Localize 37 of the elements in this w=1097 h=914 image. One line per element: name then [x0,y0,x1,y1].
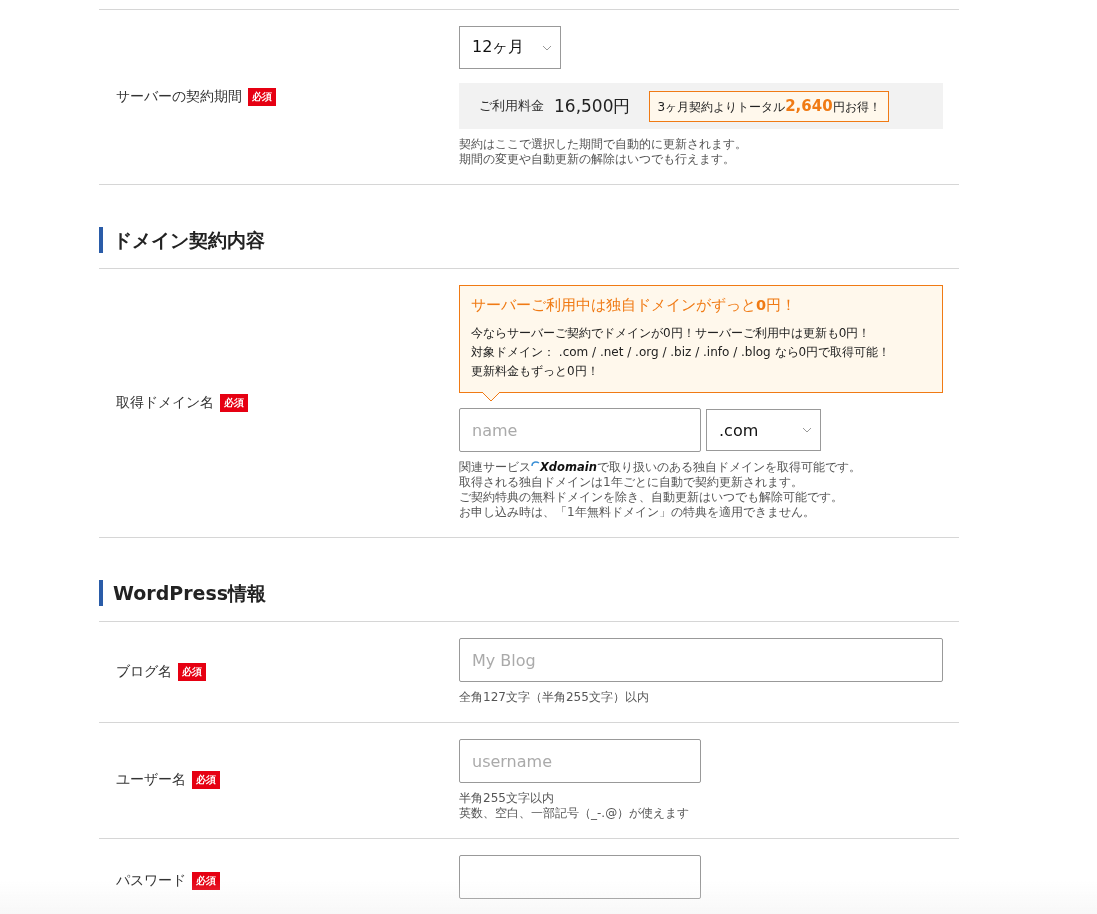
xdomain-logo: Xdomain [540,460,597,474]
price-label: ご利用料金 [479,97,544,115]
promo-text: 更新料金もずっと0円！ [471,363,600,380]
promo-text: 今ならサーバーご契約でドメインが0円！サーバーご利用中は更新も0円！ [471,325,872,342]
required-badge: 必須 [178,662,206,681]
help-text: 期間の変更や自動更新の解除はいつでも行えます。 [459,152,736,167]
dropdown[interactable]: .com [706,409,821,451]
help-text: お申し込み時は、「1年無料ドメイン」の特典を適用できません。 [459,505,816,520]
field-label: サーバーの契約期間 [116,87,242,106]
field-label: ブログ名 [116,662,172,681]
field-label: パスワード [116,872,186,890]
chevron-down-icon [542,44,552,51]
required-badge: 必須 [192,872,220,890]
help-text: ご契約特典の無料ドメインを除き、自動更新はいつでも解除可能です。 [459,490,844,505]
help-text: 半角255文字以内 [459,791,555,806]
required-badge: 必須 [192,771,220,789]
help-text: 契約はここで選択した期間で自動的に更新されます。 [459,137,748,152]
promo-title: サーバーご利用中は独自ドメインがずっと0円！ [471,296,798,315]
domain-name-field[interactable]: name [459,408,701,452]
text-field[interactable]: username [459,739,701,783]
savings-badge: 3ヶ月契約よりトータル2,640円お得！ [649,90,889,122]
price-amount: 16,500円 [554,94,631,118]
text-field[interactable] [459,855,701,899]
text-field[interactable]: My Blog [459,638,943,682]
help-text: 取得される独自ドメインは1年ごとに自動で契約更新されます。 [459,475,804,490]
required-badge: 必須 [248,87,276,106]
field-label: 取得ドメイン名 [116,393,214,412]
dropdown[interactable]: 12ヶ月 [459,26,561,69]
required-badge: 必須 [220,393,248,412]
help-text: 全角127文字（半角255文字）以内 [459,690,650,705]
chevron-down-icon [802,427,812,433]
help-text: 英数、空白、一部記号（_-.@）が使えます [459,806,691,821]
help-text: 関連サービス Xdomainで取り扱いのある独自ドメインを取得可能です。 [459,460,862,475]
section-heading: ドメイン契約内容 [99,227,959,253]
field-label: ユーザー名 [116,771,186,789]
promo-text: 対象ドメイン： .com / .net / .org / .biz / .info / .blog なら0円で取得可能！ [471,344,892,361]
section-heading: WordPress情報 [99,580,959,606]
